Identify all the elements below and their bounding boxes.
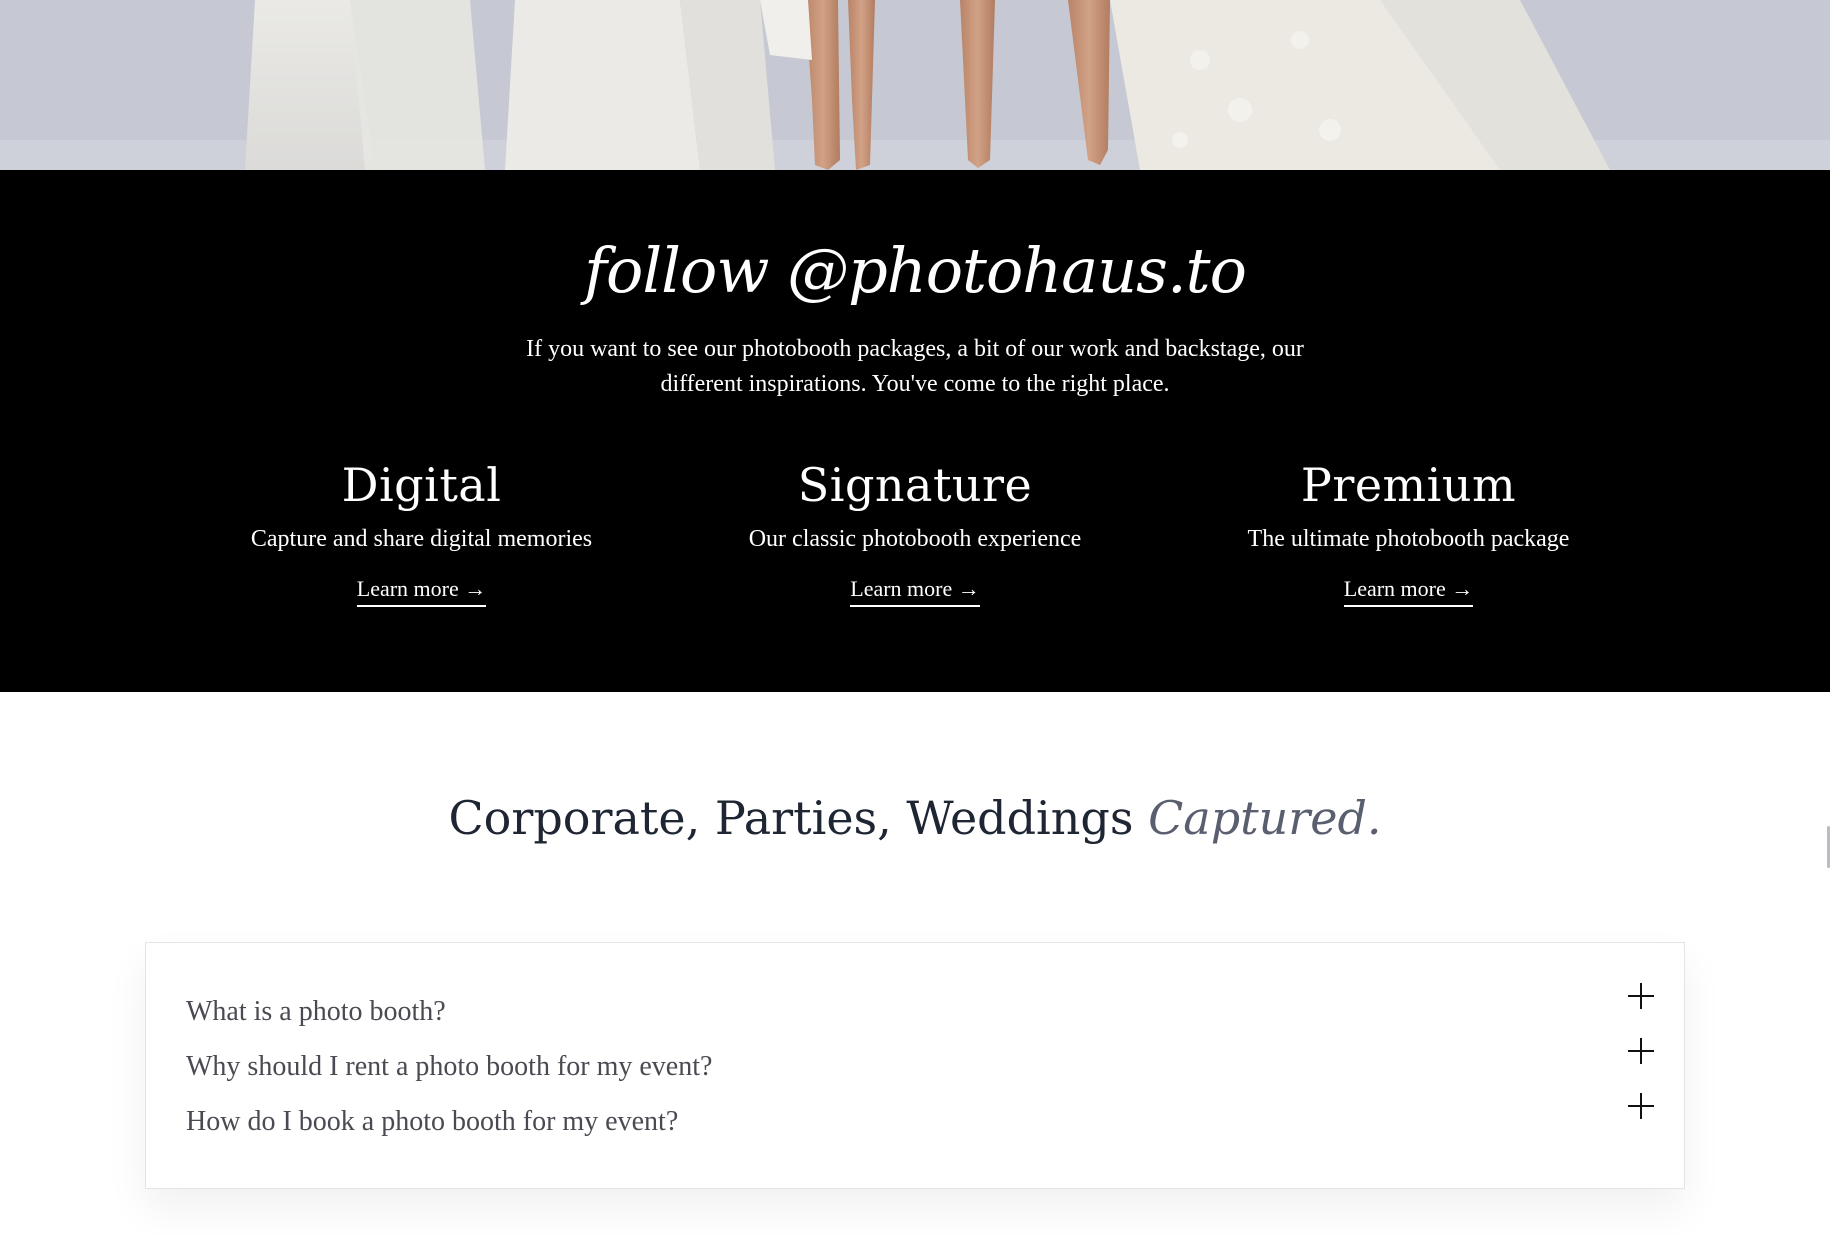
learn-more-premium-link[interactable]: Learn more → [1343, 576, 1474, 607]
package-signature: Signature Our classic photobooth experie… [669, 458, 1162, 607]
package-subtitle: Capture and share digital memories [250, 526, 593, 552]
tagline-main: Corporate, Parties, Weddings [448, 791, 1149, 845]
tagline-heading: Corporate, Parties, Weddings Captured. [0, 790, 1830, 846]
faq-item-how-book[interactable]: How do I book a photo booth for my event… [186, 1093, 1654, 1137]
tagline-accent: Captured. [1148, 791, 1382, 845]
faq-question: How do I book a photo booth for my event… [186, 1106, 679, 1137]
faq-question: Why should I rent a photo booth for my e… [186, 1051, 713, 1082]
faq-item-what-is[interactable]: What is a photo booth? [186, 983, 1654, 1027]
plus-icon[interactable] [1628, 1038, 1654, 1064]
package-name: Premium [1300, 458, 1517, 512]
follow-description: If you want to see our photobooth packag… [526, 336, 1304, 397]
learn-more-digital-link[interactable]: Learn more → [356, 576, 487, 607]
learn-more-signature-link[interactable]: Learn more → [850, 576, 980, 607]
faq-accordion: What is a photo booth? Why should I rent… [145, 942, 1685, 1189]
package-name: Signature [797, 458, 1033, 512]
package-subtitle: The ultimate photobooth package [1247, 526, 1570, 552]
follow-title[interactable]: follow @photohaus.to [0, 240, 1830, 302]
packages-row: Digital Capture and share digital memori… [175, 458, 1655, 607]
faq-item-why-rent[interactable]: Why should I rent a photo booth for my e… [186, 1038, 1654, 1082]
faq-question: What is a photo booth? [186, 996, 446, 1027]
package-premium: Premium The ultimate photobooth package … [1162, 458, 1655, 607]
package-subtitle: Our classic photobooth experience [748, 526, 1082, 552]
hero-photo-image [0, 0, 1830, 170]
follow-section: follow @photohaus.to If you want to see … [0, 170, 1830, 692]
plus-icon[interactable] [1628, 1093, 1654, 1119]
plus-icon[interactable] [1628, 983, 1654, 1009]
hero-photo [0, 0, 1830, 170]
package-name: Digital [341, 458, 502, 512]
package-digital: Digital Capture and share digital memori… [175, 458, 668, 607]
